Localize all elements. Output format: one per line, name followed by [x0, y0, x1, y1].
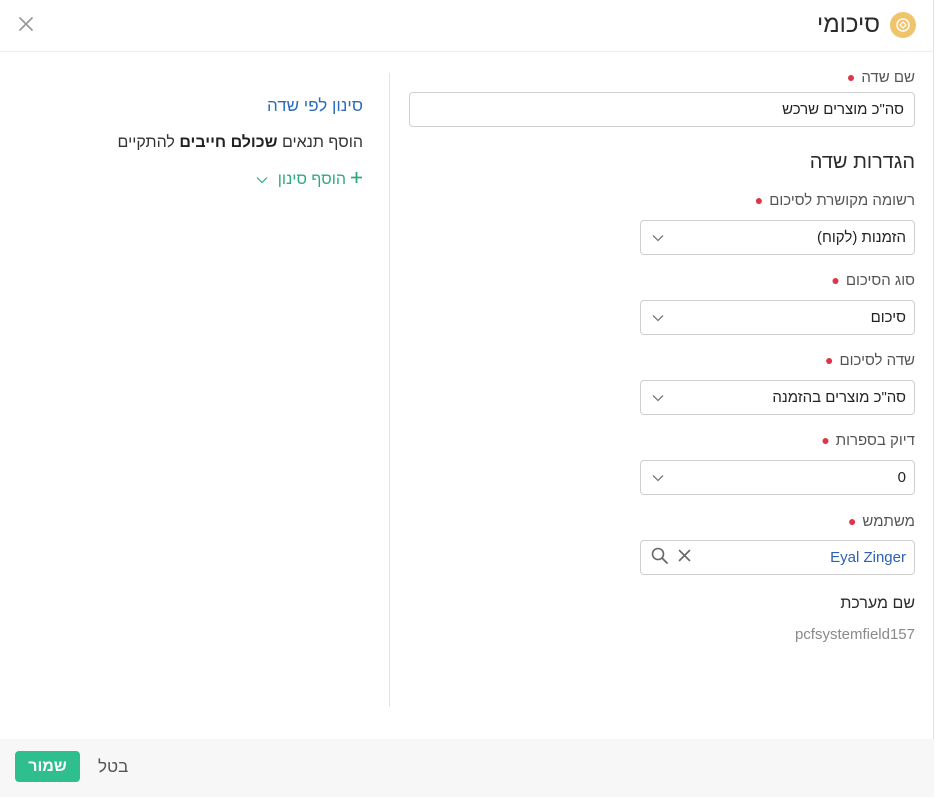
clear-icon[interactable]	[678, 549, 691, 567]
required-marker: ●	[846, 69, 856, 85]
summary-type-select[interactable]: סיכום	[640, 300, 915, 335]
user-value[interactable]: Eyal Zinger	[830, 549, 906, 566]
close-icon[interactable]	[14, 12, 38, 36]
search-icon[interactable]	[651, 547, 668, 569]
related-record-value: הזמנות (לקוח)	[816, 229, 906, 246]
save-button[interactable]: שמור	[15, 751, 80, 782]
required-marker: ●	[821, 432, 830, 448]
filter-by-field-title[interactable]: סינון לפי שדה	[267, 96, 363, 116]
related-record-select[interactable]: הזמנות (לקוח)	[640, 220, 915, 255]
user-picker[interactable]: Eyal Zinger	[640, 540, 915, 575]
summary-type-label: סוג הסיכום●	[831, 272, 915, 289]
dialog-header: סיכומי	[0, 0, 934, 52]
required-marker: ●	[847, 513, 857, 529]
dialog-title: סיכומי	[816, 11, 880, 38]
column-divider	[389, 73, 390, 707]
cancel-button[interactable]: בטל	[98, 757, 128, 777]
user-label: משתמש●	[847, 513, 915, 530]
summary-field-value: סה"כ מוצרים בהזמנה	[772, 389, 906, 406]
add-filter-button[interactable]: הוסף סינון	[256, 171, 363, 189]
chevron-down-icon	[651, 231, 665, 245]
title-wrap: סיכומי	[817, 11, 916, 39]
user-picker-icons	[651, 547, 691, 569]
precision-label: דיוק בספרות●	[821, 432, 915, 449]
summary-icon	[890, 12, 916, 38]
system-name-value: pcfsystemfield157	[794, 626, 915, 643]
plus-icon	[350, 171, 363, 189]
field-name-label: שם שדה●	[846, 69, 915, 86]
summary-field-select[interactable]: סה"כ מוצרים בהזמנה	[640, 380, 915, 415]
summary-field-label: שדה לסיכום●	[825, 352, 915, 369]
chevron-down-icon	[256, 171, 268, 189]
summary-field-dialog: סיכומי שם שדה● הגדרות שדה רשומה מקושרת ל…	[0, 0, 934, 797]
related-record-label: רשומה מקושרת לסיכום●	[754, 192, 915, 209]
dialog-footer: שמור בטל	[0, 739, 934, 797]
chevron-down-icon	[651, 471, 665, 485]
required-marker: ●	[831, 272, 840, 288]
filter-description: הוסף תנאים שכולם חייבים להתקיים	[117, 134, 363, 151]
chevron-down-icon	[651, 391, 665, 405]
field-name-input[interactable]	[409, 92, 915, 127]
field-settings-title: הגדרות שדה	[809, 151, 915, 173]
chevron-down-icon	[651, 311, 665, 325]
add-filter-label: הוסף סינון	[277, 171, 346, 188]
required-marker: ●	[825, 352, 834, 368]
required-marker: ●	[754, 192, 764, 208]
summary-type-value: סיכום	[870, 309, 906, 326]
precision-select[interactable]: 0	[640, 460, 915, 495]
precision-value: 0	[897, 469, 906, 486]
system-name-label: שם מערכת	[840, 595, 915, 612]
